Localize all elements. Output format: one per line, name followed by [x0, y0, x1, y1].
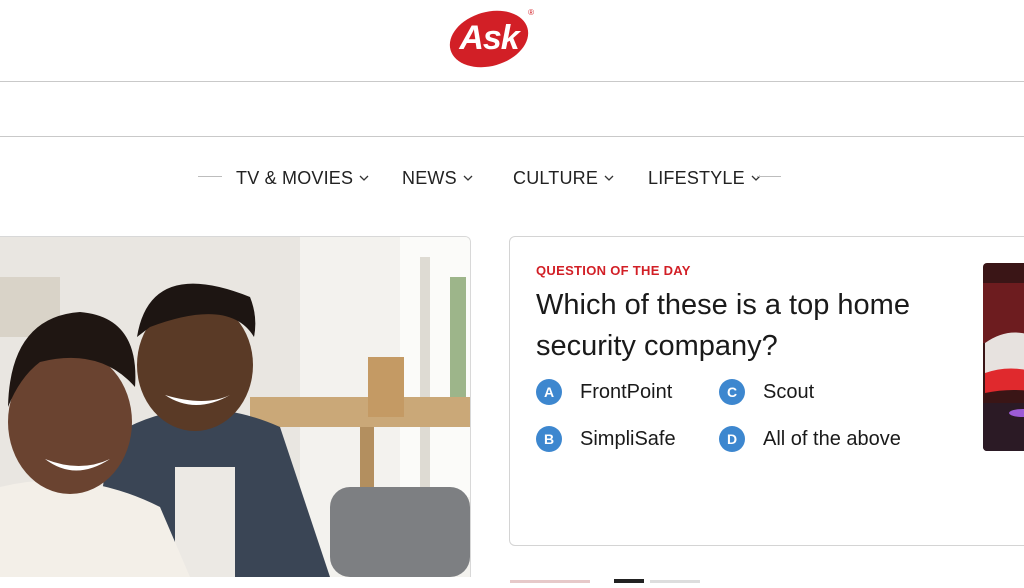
nav-item-label: LIFESTYLE [648, 167, 745, 188]
answer-option-c[interactable]: C Scout [719, 379, 814, 405]
chevron-down-icon [604, 175, 614, 181]
nav-item-news[interactable]: NEWS [402, 164, 473, 192]
ask-logo[interactable]: Ask ® [448, 8, 534, 68]
chevron-down-icon [751, 175, 761, 181]
next-card-peek [510, 570, 700, 583]
answer-option-a[interactable]: A FrontPoint [536, 379, 672, 405]
chevron-down-icon [463, 175, 473, 181]
thumbnail-illustration [983, 263, 1024, 451]
site-header: Ask ® [0, 0, 1024, 82]
answer-letter-badge: D [719, 426, 745, 452]
hero-photo-illustration [0, 237, 470, 577]
answer-letter-badge: A [536, 379, 562, 405]
search-bar-area[interactable] [0, 82, 1024, 137]
answer-letter-badge: B [536, 426, 562, 452]
answer-option-b[interactable]: B SimpliSafe [536, 426, 676, 452]
nav-item-label: TV & MOVIES [236, 167, 354, 188]
nav-item-lifestyle[interactable]: LIFESTYLE [648, 164, 761, 192]
answer-label: Scout [763, 380, 815, 403]
answer-option-d[interactable]: D All of the above [719, 426, 901, 452]
nav-item-label: NEWS [402, 167, 457, 188]
question-eyebrow: QUESTION OF THE DAY [536, 263, 691, 278]
answer-label: SimpliSafe [580, 427, 676, 450]
nav-item-label: CULTURE [513, 167, 599, 188]
answer-label: All of the above [763, 427, 901, 450]
nav-item-tv-movies[interactable]: TV & MOVIES [236, 164, 369, 192]
main-nav: TV & MOVIES NEWS CULTURE LIFESTYLE [0, 156, 1024, 200]
next-card-peek-graphic [510, 579, 700, 583]
registered-mark: ® [528, 8, 534, 17]
nav-divider-right [757, 176, 781, 177]
nav-divider-left [198, 176, 222, 177]
hero-image[interactable] [0, 236, 471, 577]
logo-text: Ask [459, 18, 519, 57]
question-of-the-day-card: QUESTION OF THE DAY Which of these is a … [509, 236, 1024, 546]
answer-label: FrontPoint [580, 380, 673, 403]
nav-item-culture[interactable]: CULTURE [513, 164, 614, 192]
chevron-down-icon [359, 175, 369, 181]
question-text: Which of these is a top home security co… [536, 289, 910, 362]
question-thumbnail-image [983, 263, 1024, 451]
answer-letter-badge: C [719, 379, 745, 405]
